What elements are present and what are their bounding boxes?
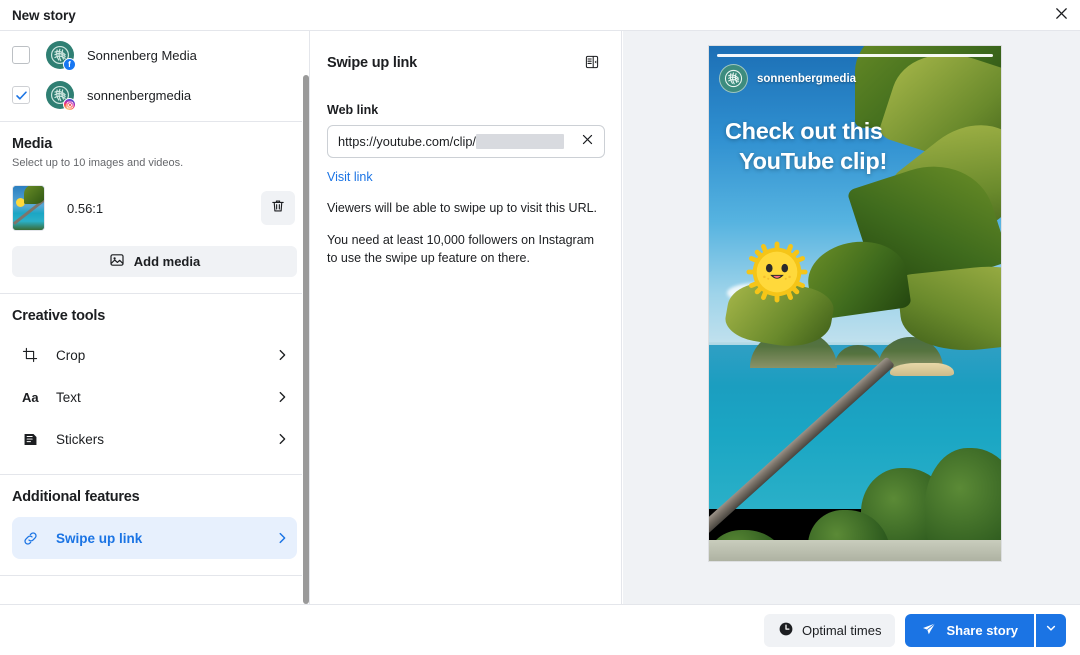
text-aa-icon: Aa bbox=[22, 389, 39, 405]
share-options-dropdown-button[interactable] bbox=[1036, 613, 1066, 647]
optimal-times-label: Optimal times bbox=[801, 622, 882, 638]
swipe-up-panel-title: Swipe up link bbox=[327, 55, 418, 71]
chevron-down-icon bbox=[1045, 621, 1057, 639]
shoreline-strip bbox=[709, 540, 1001, 561]
story-author-header: sonnenbergmedia bbox=[719, 64, 856, 93]
avatar: f bbox=[46, 41, 76, 71]
trash-icon bbox=[270, 198, 286, 219]
dialog-titlebar: New story bbox=[0, 0, 1080, 31]
tool-row-text[interactable]: Aa Text bbox=[12, 376, 297, 418]
chevron-right-icon bbox=[275, 531, 289, 545]
share-story-label: Share story bbox=[946, 622, 1018, 638]
clear-web-link-button[interactable] bbox=[574, 129, 600, 155]
account-name: Sonnenberg Media bbox=[87, 47, 197, 63]
additional-features-section: Additional features Swipe up link bbox=[0, 475, 309, 576]
optimal-times-button[interactable]: Optimal times bbox=[763, 613, 896, 647]
story-headline-line-1: Check out this bbox=[725, 118, 883, 144]
delete-media-button[interactable] bbox=[261, 191, 295, 225]
tool-label: Crop bbox=[56, 347, 86, 363]
swipe-up-panel-header: Swipe up link bbox=[327, 55, 605, 77]
close-icon bbox=[581, 133, 594, 151]
avatar bbox=[46, 81, 76, 111]
creative-tools-title: Creative tools bbox=[12, 308, 106, 324]
clock-icon bbox=[778, 621, 794, 640]
close-dialog-button[interactable] bbox=[1048, 3, 1074, 29]
story-handle: sonnenbergmedia bbox=[757, 72, 857, 85]
feature-row-swipe-up-link[interactable]: Swipe up link bbox=[12, 517, 297, 559]
share-story-group: Share story bbox=[905, 613, 1066, 647]
media-section: Media Select up to 10 images and videos.… bbox=[0, 122, 309, 294]
sticker-icon bbox=[22, 431, 44, 448]
story-headline: Check out this YouTube clip! bbox=[725, 116, 887, 176]
web-link-value: https://youtube.com/clip/ bbox=[338, 134, 476, 149]
page-title: New story bbox=[12, 8, 76, 23]
new-story-dialog: New story f Sonnenberg Media sonnenbergm… bbox=[0, 0, 1080, 655]
tool-row-crop[interactable]: Crop bbox=[12, 334, 297, 376]
account-checkbox-instagram[interactable] bbox=[12, 86, 30, 104]
link-icon bbox=[22, 530, 44, 547]
account-row-facebook[interactable]: f Sonnenberg Media bbox=[0, 35, 309, 75]
sand-shape bbox=[890, 362, 955, 377]
knot-logo-icon bbox=[719, 64, 748, 93]
additional-features-title: Additional features bbox=[12, 489, 140, 505]
add-media-label: Add media bbox=[133, 254, 201, 269]
media-thumbnail[interactable] bbox=[12, 185, 45, 231]
media-section-title: Media bbox=[12, 136, 53, 152]
creative-tools-section: Creative tools Crop Aa Text Stickers bbox=[0, 294, 309, 475]
instagram-badge-icon bbox=[63, 98, 76, 111]
left-panel-scrollbar[interactable] bbox=[302, 75, 309, 604]
feature-label: Swipe up link bbox=[56, 530, 143, 546]
chevron-right-icon bbox=[275, 348, 289, 362]
dialog-footer: Optimal times Share story bbox=[0, 604, 1080, 655]
scrollbar-thumb[interactable] bbox=[303, 75, 309, 604]
share-story-button[interactable]: Share story bbox=[905, 613, 1034, 647]
swipe-up-link-panel: Swipe up link Web link https://youtube.c… bbox=[311, 31, 622, 604]
chevron-right-icon bbox=[275, 390, 289, 404]
help-text-swipe-up: Viewers will be able to swipe up to visi… bbox=[327, 201, 598, 215]
story-preview-frame: sonnenbergmedia Check out this YouTube c… bbox=[709, 46, 1001, 561]
web-link-label: Web link bbox=[327, 103, 379, 117]
help-text-followers-requirement: You need at least 10,000 followers on In… bbox=[327, 232, 595, 265]
send-icon bbox=[921, 621, 937, 640]
story-preview-panel: sonnenbergmedia Check out this YouTube c… bbox=[623, 31, 1080, 604]
checkmark-icon bbox=[15, 89, 28, 102]
crop-icon bbox=[22, 347, 44, 363]
account-name: sonnenbergmedia bbox=[87, 87, 192, 103]
tool-label: Stickers bbox=[56, 431, 105, 447]
web-link-input[interactable]: https://youtube.com/clip/ bbox=[327, 125, 605, 158]
visit-link[interactable]: Visit link bbox=[327, 170, 373, 184]
account-checkbox-facebook[interactable] bbox=[12, 46, 30, 64]
smiling-sun-sticker bbox=[746, 241, 808, 303]
media-item-row: 0.56:1 bbox=[12, 185, 297, 231]
tool-label: Text bbox=[56, 389, 81, 405]
left-settings-panel: f Sonnenberg Media sonnenbergmedia Media… bbox=[0, 31, 310, 604]
panel-layout-toggle-button[interactable] bbox=[579, 51, 605, 77]
account-selector: f Sonnenberg Media sonnenbergmedia bbox=[0, 31, 309, 122]
media-section-subtitle: Select up to 10 images and videos. bbox=[12, 157, 184, 169]
facebook-badge-icon: f bbox=[63, 58, 76, 71]
image-icon bbox=[109, 252, 125, 271]
tool-row-stickers[interactable]: Stickers bbox=[12, 418, 297, 460]
panel-layout-icon bbox=[584, 54, 600, 75]
add-media-button[interactable]: Add media bbox=[12, 246, 297, 277]
redacted-url-segment bbox=[476, 134, 564, 149]
chevron-right-icon bbox=[275, 432, 289, 446]
close-icon bbox=[1054, 6, 1069, 26]
media-aspect-ratio: 0.56:1 bbox=[67, 200, 104, 216]
account-row-instagram[interactable]: sonnenbergmedia bbox=[0, 75, 309, 115]
story-headline-line-2: YouTube clip! bbox=[739, 148, 887, 175]
story-progress-bar bbox=[717, 54, 993, 57]
